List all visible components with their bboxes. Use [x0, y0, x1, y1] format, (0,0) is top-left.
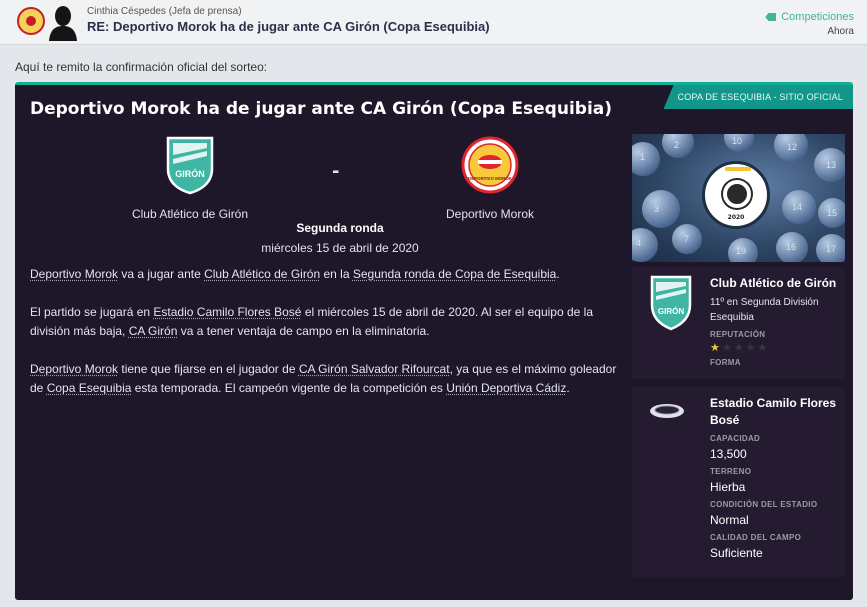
message-time: Ahora: [827, 26, 854, 37]
star-icon: ★: [733, 341, 744, 354]
star-icon: ★: [710, 341, 720, 354]
reputation-stars: ★ ★ ★ ★ ★: [710, 342, 837, 353]
side-column: 1 2 3 4 7 10 12 13 14 15 16 17 19 2020 G…: [632, 134, 845, 577]
star-icon: ★: [721, 341, 732, 354]
surface-label: TERRENO: [710, 467, 752, 476]
away-team-logo[interactable]: DEPORTIVO MOROK: [461, 135, 519, 195]
reputation-label: REPUTACIÓN: [710, 330, 766, 339]
message-subject: RE: Deportivo Morok ha de jugar ante CA …: [87, 19, 490, 34]
surface-value: Hierba: [710, 480, 746, 494]
article-title: Deportivo Morok ha de jugar ante CA Giró…: [30, 99, 613, 119]
article-paragraph: El partido se jugará en Estadio Camilo F…: [30, 305, 593, 338]
home-team[interactable]: GIRÓN Club Atlético de Girón: [100, 135, 280, 221]
article-paragraph: Deportivo Morok tiene que fijarse en el …: [30, 362, 617, 395]
team-link[interactable]: Club Atlético de Girón: [204, 267, 320, 281]
sender-name[interactable]: Cinthia Céspedes (Jefa de prensa): [87, 6, 242, 17]
category-tag[interactable]: Competiciones: [765, 11, 854, 23]
svg-text:GIRÓN: GIRÓN: [658, 307, 684, 316]
match-header: GIRÓN Club Atlético de Girón - DEPORTIVO…: [30, 135, 635, 265]
stadium-card[interactable]: Estadio Camilo Flores Bosé CAPACIDAD 13,…: [632, 387, 845, 577]
news-panel: COPA DE ESEQUIBIA - SITIO OFICIAL Deport…: [15, 82, 853, 600]
article-paragraph: Deportivo Morok va a jugar ante Club Atl…: [30, 267, 560, 281]
match-date: miércoles 15 de abril de 2020: [261, 241, 419, 255]
match-round: Segunda ronda: [296, 221, 384, 235]
capacity-label: CAPACIDAD: [710, 434, 761, 443]
away-team[interactable]: DEPORTIVO MOROK Deportivo Morok: [400, 135, 580, 221]
stadium-icon: [650, 404, 684, 418]
competition-link[interactable]: Segunda ronda de Copa de Esequibia: [353, 267, 557, 281]
svg-text:GIRÓN: GIRÓN: [175, 168, 205, 179]
home-team-name[interactable]: Club Atlético de Girón: [100, 207, 280, 221]
svg-text:DEPORTIVO MOROK: DEPORTIVO MOROK: [468, 176, 513, 181]
pitch-value: Suficiente: [710, 546, 763, 560]
sender-avatar[interactable]: [47, 3, 79, 41]
tag-icon: [765, 13, 777, 21]
capacity-value: 13,500: [710, 447, 747, 461]
club-card-logo[interactable]: GIRÓN: [648, 275, 694, 331]
team-link[interactable]: Deportivo Morok: [30, 362, 118, 376]
condition-label: CONDICIÓN DEL ESTADIO: [710, 500, 818, 509]
pitch-label: CALIDAD DEL CAMPO: [710, 533, 802, 542]
competition-link[interactable]: Copa Esequibia: [47, 381, 132, 395]
star-icon: ★: [745, 341, 756, 354]
star-icon: ★: [757, 341, 768, 354]
team-link[interactable]: Unión Deportiva Cádiz: [446, 381, 566, 395]
stadium-link[interactable]: Estadio Camilo Flores Bosé: [153, 305, 301, 319]
source-tab[interactable]: COPA DE ESEQUIBIA - SITIO OFICIAL: [663, 85, 853, 109]
away-team-name[interactable]: Deportivo Morok: [400, 207, 580, 221]
intro-text: Aquí te remito la confirmación oficial d…: [15, 60, 268, 74]
versus-separator: -: [332, 161, 340, 182]
category-label: Competiciones: [781, 11, 854, 23]
draw-photo: 1 2 3 4 7 10 12 13 14 15 16 17 19 2020: [632, 134, 845, 262]
team-link[interactable]: CA Girón: [129, 324, 178, 338]
club-card-name[interactable]: Club Atlético de Girón: [710, 275, 837, 292]
team-link[interactable]: Deportivo Morok: [30, 267, 118, 281]
condition-value: Normal: [710, 513, 749, 527]
stadium-name[interactable]: Estadio Camilo Flores Bosé: [710, 395, 837, 429]
club-card[interactable]: GIRÓN Club Atlético de Girón 11º en Segu…: [632, 267, 845, 379]
article-body: Deportivo Morok va a jugar ante Club Atl…: [30, 265, 620, 417]
club-badge-icon[interactable]: [17, 7, 45, 35]
player-link[interactable]: CA Girón Salvador Rifourcat: [299, 362, 450, 376]
club-card-position: 11º en Segunda División Esequibia: [710, 297, 819, 323]
form-label: FORMA: [710, 358, 741, 367]
cup-emblem-icon: 2020: [702, 161, 770, 229]
message-header: Cinthia Céspedes (Jefa de prensa) RE: De…: [0, 0, 867, 45]
home-team-logo[interactable]: GIRÓN: [161, 135, 219, 195]
